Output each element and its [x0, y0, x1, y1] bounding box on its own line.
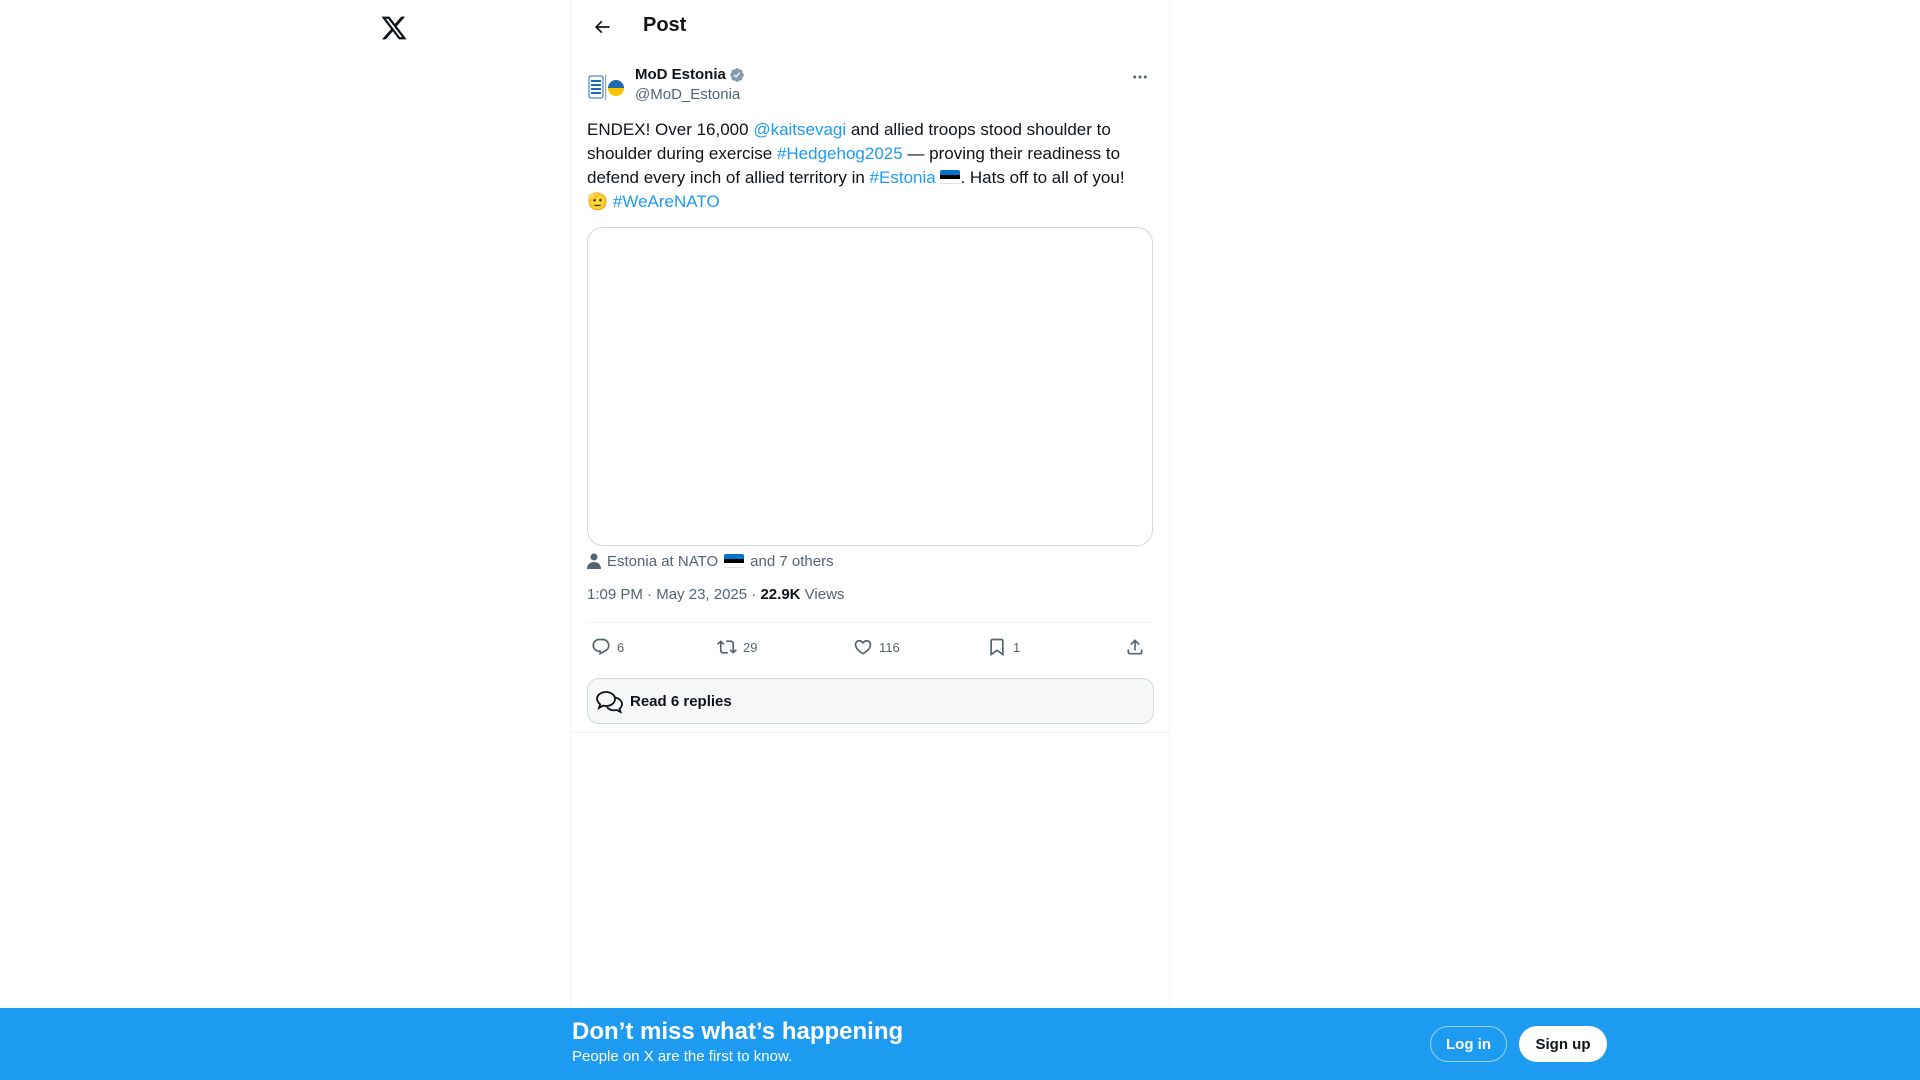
read-replies-button[interactable]: Read 6 replies: [587, 678, 1154, 724]
views-count: 22.9K: [760, 586, 801, 603]
more-icon: [1133, 75, 1147, 79]
post-header: Post: [571, 0, 1169, 53]
repost-button[interactable]: 29: [717, 632, 757, 662]
like-icon: [854, 639, 872, 655]
author-name[interactable]: MoD Estonia: [635, 66, 745, 83]
reply-icon: [592, 638, 610, 656]
saluting-face-emoji: 🫡: [587, 192, 609, 211]
primary-column: Post MoD Estonia @MoD_Estonia ENDEX! Ove…: [570, 0, 1170, 1080]
divider: [571, 732, 1169, 733]
post-time[interactable]: 1:09 PM: [587, 586, 643, 603]
post-text: ENDEX! Over 16,000 @kaitsevagi and allie…: [587, 120, 1125, 211]
views-label: Views: [804, 586, 845, 603]
person-icon: [587, 553, 601, 569]
signup-button[interactable]: Sign up: [1519, 1026, 1607, 1062]
x-logo-icon[interactable]: [380, 14, 408, 42]
replies-bubble-icon: [596, 691, 623, 714]
tagged-users[interactable]: Estonia at NATO and 7 others: [587, 551, 834, 571]
media-container[interactable]: [587, 227, 1153, 546]
post-author: MoD Estonia @MoD_Estonia: [587, 64, 1153, 108]
mention-link[interactable]: @kaitsevagi: [753, 120, 846, 139]
author-handle[interactable]: @MoD_Estonia: [635, 86, 740, 103]
banner-subtitle: People on X are the first to know.: [572, 1048, 793, 1065]
back-button[interactable]: [585, 10, 619, 44]
action-bar: 6 29 116 1: [587, 632, 1153, 662]
bookmark-button[interactable]: 1: [987, 632, 1020, 662]
flag-estonia-icon: [724, 554, 745, 568]
flag-estonia-icon: [940, 170, 961, 184]
share-icon: [1127, 639, 1143, 655]
back-arrow-icon: [594, 20, 610, 34]
verified-badge-icon: [730, 67, 744, 82]
page-title: Post: [643, 14, 687, 36]
like-button[interactable]: 116: [853, 632, 900, 662]
avatar[interactable]: [587, 68, 627, 108]
repost-icon: [717, 640, 737, 654]
login-button[interactable]: Log in: [1430, 1026, 1507, 1062]
hashtag-link[interactable]: #Hedgehog2025: [777, 144, 903, 163]
banner-title: Don’t miss what’s happening: [572, 1018, 904, 1045]
share-button[interactable]: [1125, 632, 1145, 662]
bookmark-icon: [990, 638, 1004, 657]
hashtag-link[interactable]: #Estonia: [870, 168, 936, 187]
divider: [587, 622, 1153, 623]
more-button[interactable]: [1127, 64, 1153, 90]
read-replies-label: Read 6 replies: [630, 692, 732, 710]
signup-banner: Don’t miss what’s happening People on X …: [0, 1008, 1920, 1080]
reply-button[interactable]: 6: [591, 632, 624, 662]
hashtag-link[interactable]: #WeAreNATO: [613, 192, 720, 211]
post-meta: 1:09 PM · May 23, 2025 · 22.9K Views: [587, 586, 845, 603]
post-date[interactable]: May 23, 2025: [656, 586, 747, 603]
